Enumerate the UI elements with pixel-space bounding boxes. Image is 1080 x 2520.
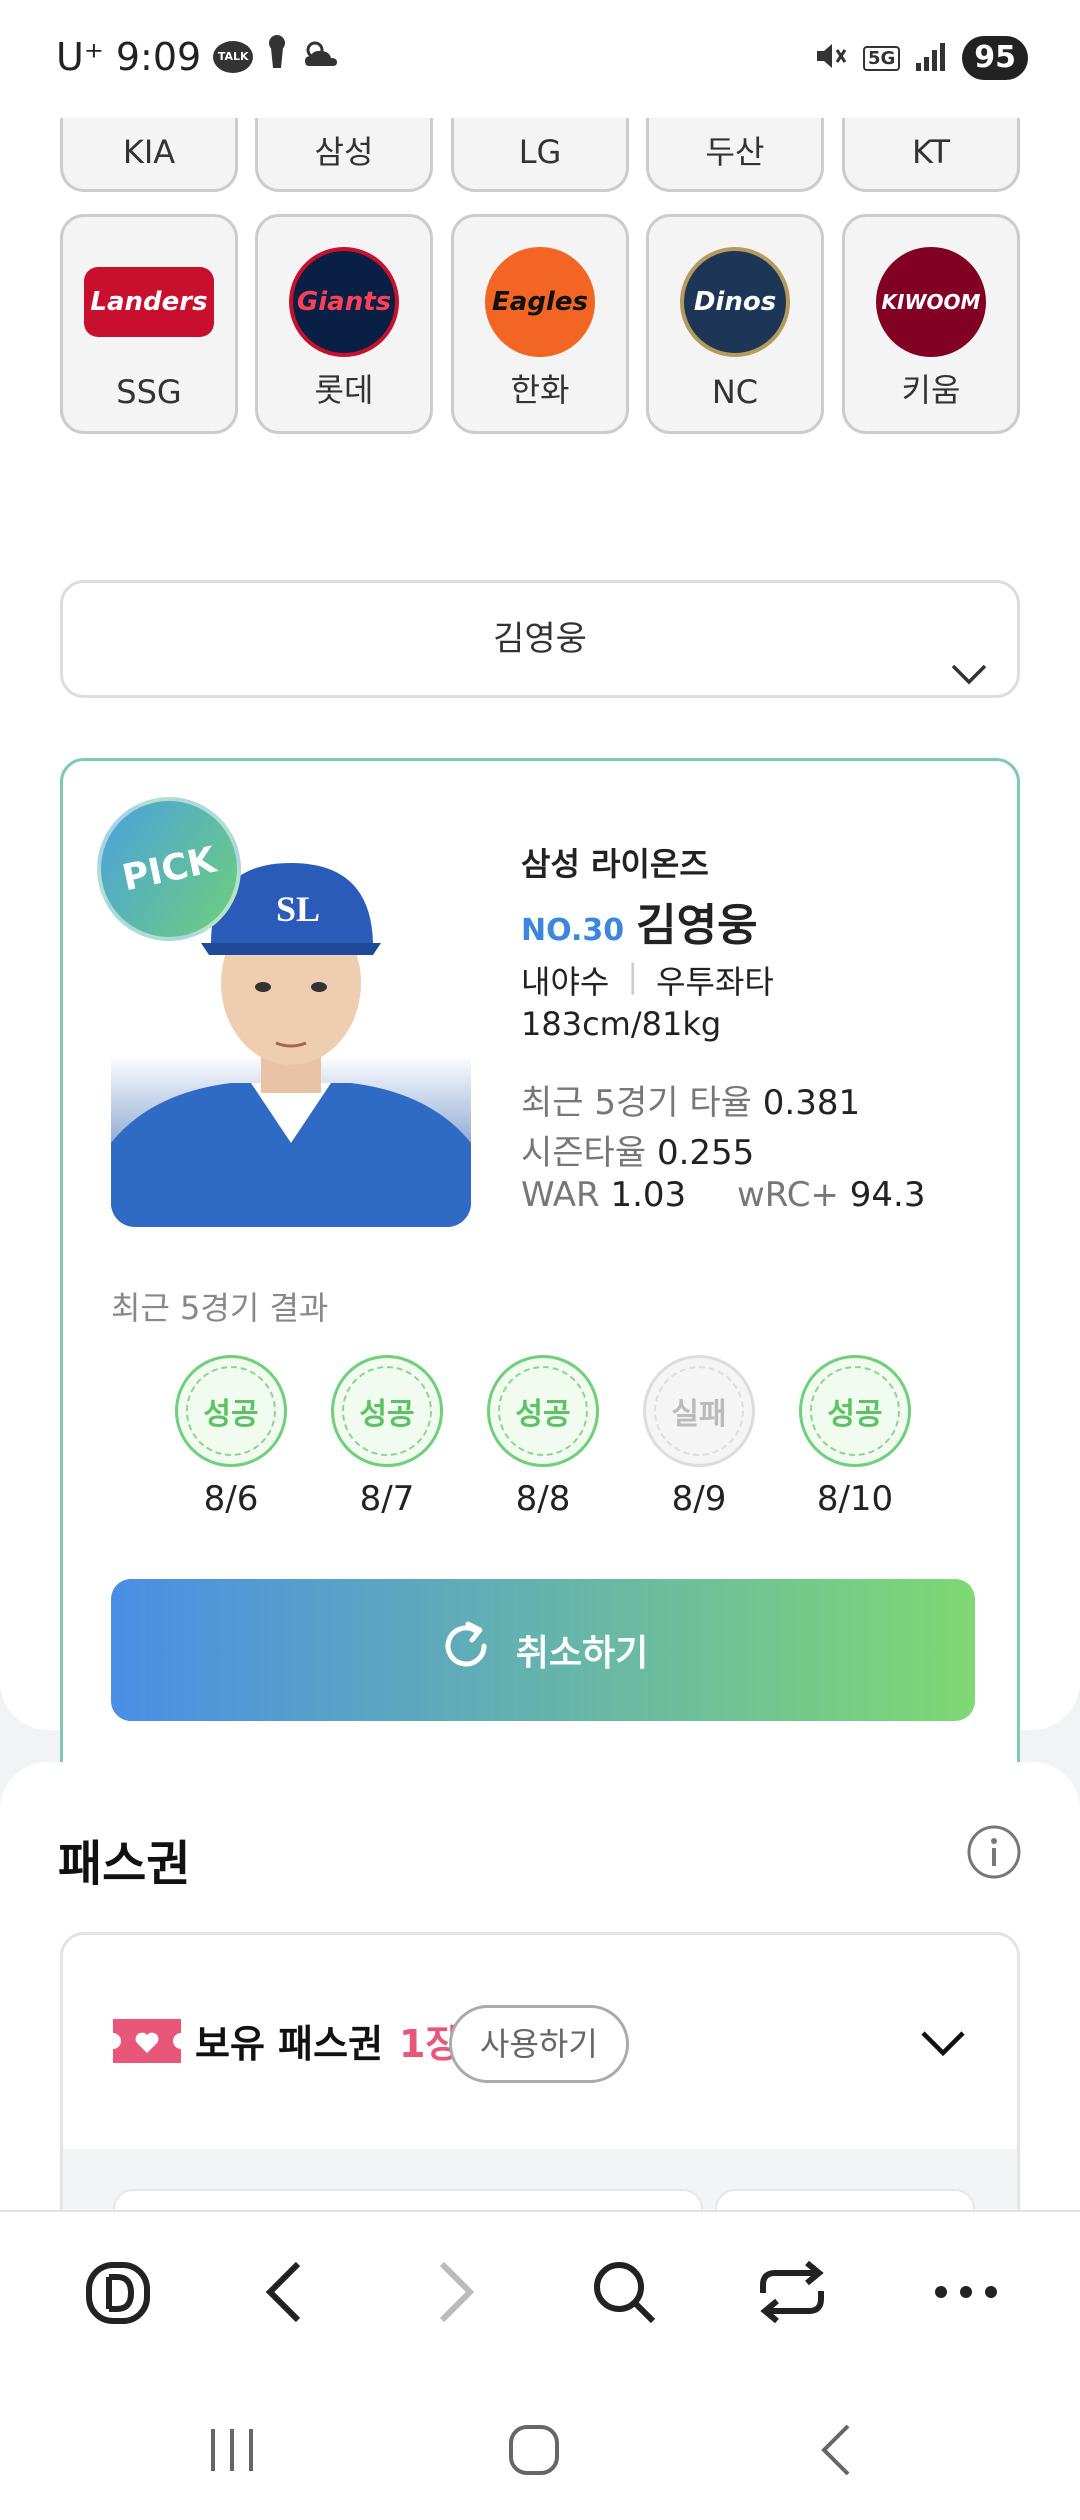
- hanwha-logo: Eagles: [485, 247, 595, 357]
- talk-icon: TALK: [213, 40, 254, 73]
- team-tab-lg[interactable]: LG: [451, 118, 629, 192]
- team-tab-kt[interactable]: KT: [842, 118, 1020, 192]
- result-date: 8/10: [816, 1479, 894, 1519]
- team-tab-lotte[interactable]: Giants 롯데: [255, 214, 433, 434]
- signal-icon: [914, 41, 948, 75]
- chevron-down-icon[interactable]: [919, 2027, 967, 2061]
- browser-toolbar: [0, 2210, 1080, 2370]
- team-tab-kia[interactable]: KIA: [60, 118, 238, 192]
- team-player-card: KIA 삼성 LG 두산 KT Landers SSG Giants 롯데 Ea…: [0, 118, 1080, 1790]
- refresh-icon: [438, 1618, 494, 1683]
- result-date: 8/8: [515, 1479, 571, 1519]
- more-icon[interactable]: [926, 2252, 1006, 2332]
- player-name-row: NO.30 김영웅: [521, 889, 758, 953]
- tabs-switch-icon[interactable]: [752, 2252, 832, 2332]
- wrc-label: wRC+: [736, 1175, 839, 1215]
- player-select-value: 김영웅: [493, 619, 587, 659]
- success-stamp: 성공: [799, 1355, 911, 1467]
- ssg-logo: Landers: [84, 267, 214, 337]
- svg-text:SL: SL: [276, 889, 320, 929]
- recent-apps-icon[interactable]: [192, 2410, 272, 2490]
- info-icon[interactable]: [966, 1824, 1022, 1884]
- player-hand: 우투좌타: [656, 963, 774, 1001]
- team-tab-hanwha[interactable]: Eagles 한화: [451, 214, 629, 434]
- kiwoom-logo: KIWOOM: [876, 247, 986, 357]
- chevron-down-icon: [949, 621, 989, 733]
- lotte-logo: Giants: [289, 247, 399, 357]
- browser-home-icon[interactable]: [78, 2252, 158, 2332]
- war-value: 1.03: [610, 1175, 687, 1215]
- season-avg: 시즌타율 0.255: [521, 1125, 754, 1174]
- battery-indicator: 95: [962, 36, 1028, 80]
- player-body: 183cm/81kg: [521, 1005, 722, 1043]
- results-title: 최근 5경기 결과: [111, 1289, 329, 1327]
- team-label: 한화: [510, 371, 570, 409]
- result-date: 8/7: [359, 1479, 415, 1519]
- team-tab-kiwoom[interactable]: KIWOOM 키움: [842, 214, 1020, 434]
- owned-pass-label: 보유 패스권: [195, 2022, 384, 2066]
- player-number: NO.30: [521, 913, 625, 948]
- nc-logo: Dinos: [680, 247, 790, 357]
- recent5-label: 최근 5경기 타율: [521, 1083, 752, 1123]
- war-wrc-row: WAR 1.03 wRC+ 94.3: [521, 1175, 925, 1215]
- cancel-button-label: 취소하기: [515, 1633, 649, 1674]
- team-label: NC: [711, 373, 759, 411]
- result-item: 성공 8/8: [483, 1355, 603, 1519]
- team-name: 삼성 라이온즈: [521, 845, 709, 883]
- result-item: 성공 8/6: [171, 1355, 291, 1519]
- forward-icon[interactable]: [416, 2252, 496, 2332]
- ticket-icon: [113, 2019, 181, 2067]
- search-icon[interactable]: [584, 2252, 664, 2332]
- success-stamp: 성공: [331, 1355, 443, 1467]
- wrc-value: 94.3: [849, 1175, 926, 1215]
- season-value: 0.255: [656, 1133, 755, 1173]
- season-label: 시즌타율: [521, 1133, 647, 1173]
- recent5-avg: 최근 5경기 타율 0.381: [521, 1075, 860, 1124]
- team-tab-doosan[interactable]: 두산: [646, 118, 824, 192]
- player-position-row: 내야수 | 우투좌타: [521, 957, 774, 1003]
- result-date: 8/6: [203, 1479, 259, 1519]
- carrier-label: U⁺: [56, 34, 104, 79]
- result-item: 성공 8/10: [795, 1355, 915, 1519]
- team-label: SSG: [116, 373, 182, 411]
- home-icon[interactable]: [494, 2410, 574, 2490]
- mute-icon: [813, 38, 849, 78]
- pass-owned-row[interactable]: 보유 패스권 1장 사용하기: [63, 1935, 1017, 2149]
- player-name: 김영웅: [636, 900, 758, 951]
- system-back-icon[interactable]: [796, 2410, 876, 2490]
- success-stamp: 성공: [175, 1355, 287, 1467]
- result-item: 실패 8/9: [639, 1355, 759, 1519]
- network-5g-icon: 5G: [862, 45, 901, 71]
- clock: 9:09: [115, 34, 202, 79]
- cancel-button[interactable]: 취소하기: [111, 1579, 975, 1721]
- team-tab-ssg[interactable]: Landers SSG: [60, 214, 238, 434]
- team-label: 키움: [901, 371, 961, 409]
- player-position: 내야수: [521, 963, 610, 1001]
- team-tab-nc[interactable]: Dinos NC: [646, 214, 824, 434]
- status-bar: U⁺ 9:09 TALK 5G 95: [0, 0, 1080, 118]
- use-pass-button[interactable]: 사용하기: [449, 2005, 629, 2083]
- result-date: 8/9: [671, 1479, 727, 1519]
- fail-stamp: 실패: [643, 1355, 755, 1467]
- back-icon[interactable]: [244, 2252, 324, 2332]
- success-stamp: 성공: [487, 1355, 599, 1467]
- team-label: 롯데: [314, 371, 374, 409]
- weather-icon: [301, 35, 341, 79]
- recent5-value: 0.381: [762, 1083, 861, 1123]
- keyhole-icon: [265, 34, 289, 79]
- player-select[interactable]: 김영웅: [60, 580, 1020, 698]
- result-item: 성공 8/7: [327, 1355, 447, 1519]
- war-label: WAR: [521, 1175, 600, 1215]
- team-tab-samsung[interactable]: 삼성: [255, 118, 433, 192]
- divider: |: [627, 957, 639, 995]
- system-nav-bar: [0, 2370, 1080, 2520]
- pick-card: SL PICK 삼성 라이온즈 NO.30 김영웅 내야수 | 우투좌타 183…: [60, 758, 1020, 1790]
- pass-title: 패스권: [58, 1836, 191, 1892]
